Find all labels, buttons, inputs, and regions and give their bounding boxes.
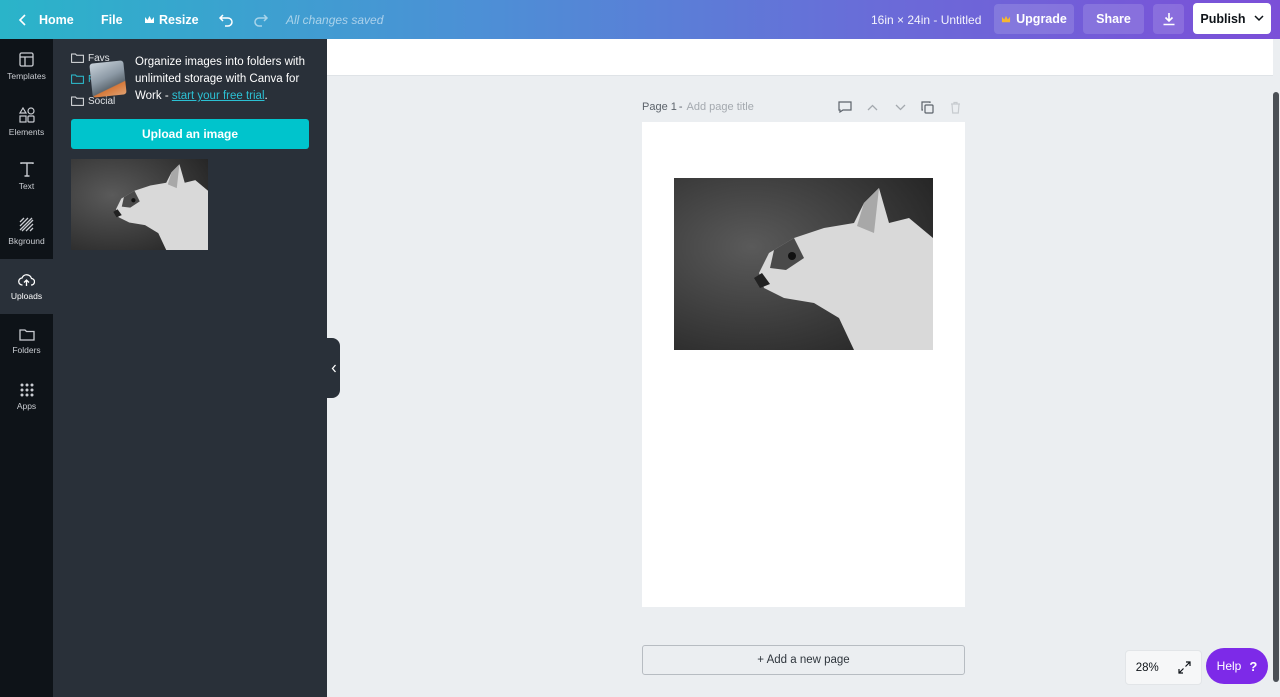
move-page-up-button[interactable] bbox=[864, 99, 880, 115]
rail-label: Elements bbox=[8, 126, 45, 137]
rail-item-elements[interactable]: Elements bbox=[0, 94, 53, 149]
folder-icon bbox=[71, 53, 84, 63]
upgrade-label: Upgrade bbox=[1016, 12, 1067, 26]
folders-upsell-text: Organize images into folders with unlimi… bbox=[135, 54, 315, 105]
uploads-panel: Favs Fa Social Organize images into fold… bbox=[53, 39, 327, 697]
resize-button[interactable]: Resize bbox=[144, 0, 199, 39]
folder-icon bbox=[71, 96, 84, 106]
crown-icon bbox=[1002, 15, 1011, 22]
page-notes-button[interactable] bbox=[837, 99, 853, 115]
dog-photo-thumbnail bbox=[71, 159, 208, 250]
publish-button[interactable]: Publish bbox=[1193, 3, 1271, 34]
background-icon bbox=[19, 217, 34, 232]
editor-toolbar bbox=[327, 39, 1273, 76]
folders-illustration bbox=[89, 60, 127, 98]
zoom-control[interactable]: 28% bbox=[1125, 650, 1202, 685]
delete-page-button[interactable] bbox=[947, 99, 963, 115]
document-title[interactable]: 16in × 24in - Untitled bbox=[871, 0, 981, 39]
rail-label: Bkground bbox=[8, 236, 45, 246]
rail-item-uploads[interactable]: Uploads bbox=[0, 259, 53, 314]
side-nav-rail: Templates Elements Text Bkground Uploads… bbox=[0, 39, 53, 697]
canvas-dog-photo[interactable] bbox=[674, 178, 933, 350]
rail-label: Text bbox=[18, 181, 35, 191]
chevron-left-icon bbox=[18, 13, 26, 26]
folder-icon bbox=[71, 74, 84, 84]
rail-label: Uploads bbox=[10, 290, 43, 301]
folder-icon bbox=[18, 329, 35, 341]
text-icon bbox=[19, 162, 34, 177]
rail-label: Templates bbox=[7, 71, 46, 81]
page-header: Page 1 - Add page title bbox=[642, 98, 754, 116]
comment-icon bbox=[838, 101, 852, 113]
uploads-icon bbox=[18, 273, 35, 286]
chevron-down-icon bbox=[1254, 15, 1264, 22]
upgrade-button[interactable]: Upgrade bbox=[994, 4, 1074, 34]
rail-item-apps[interactable]: Apps bbox=[0, 369, 53, 424]
download-button[interactable] bbox=[1153, 4, 1184, 34]
expand-icon[interactable] bbox=[1178, 661, 1191, 674]
share-label: Share bbox=[1096, 12, 1131, 26]
save-status: All changes saved bbox=[286, 12, 384, 27]
templates-icon bbox=[19, 52, 34, 67]
page-separator: - bbox=[678, 101, 683, 113]
chevron-up-icon bbox=[867, 104, 877, 110]
page-number: Page 1 bbox=[642, 101, 677, 113]
zoom-level[interactable]: 28% bbox=[1136, 662, 1159, 674]
rail-item-templates[interactable]: Templates bbox=[0, 39, 53, 94]
help-question-icon: ? bbox=[1249, 658, 1258, 674]
undo-button[interactable] bbox=[218, 0, 234, 39]
rail-label: Folders bbox=[12, 345, 41, 355]
resize-label: Resize bbox=[159, 12, 199, 27]
page-title-input[interactable]: Add page title bbox=[687, 101, 754, 113]
add-new-page-button[interactable]: + Add a new page bbox=[642, 645, 965, 675]
free-trial-link[interactable]: start your free trial bbox=[172, 90, 265, 102]
file-label: File bbox=[101, 12, 123, 27]
home-label: Home bbox=[39, 12, 74, 27]
rail-item-text[interactable]: Text bbox=[0, 149, 53, 204]
home-button[interactable]: Home bbox=[18, 0, 74, 39]
publish-label: Publish bbox=[1200, 11, 1246, 26]
undo-icon bbox=[218, 13, 233, 27]
chevron-left-icon bbox=[331, 364, 336, 372]
file-menu-button[interactable]: File bbox=[101, 0, 123, 39]
top-bar: Home File Resize All changes saved 16in … bbox=[0, 0, 1280, 39]
elements-icon bbox=[18, 106, 35, 123]
apps-icon bbox=[20, 383, 33, 396]
trash-icon bbox=[950, 101, 960, 114]
redo-icon bbox=[254, 13, 269, 27]
help-label: Help bbox=[1216, 659, 1242, 673]
share-button[interactable]: Share bbox=[1083, 4, 1144, 34]
upsell-end: . bbox=[264, 90, 268, 102]
duplicate-icon bbox=[920, 100, 934, 114]
upload-image-button[interactable]: Upload an image bbox=[71, 119, 309, 149]
move-page-down-button[interactable] bbox=[892, 99, 908, 115]
help-button[interactable]: Help ? bbox=[1206, 648, 1268, 684]
dog-photo bbox=[674, 178, 933, 350]
collapse-panel-button[interactable] bbox=[327, 338, 340, 398]
rail-label: Apps bbox=[16, 400, 37, 411]
folder-label: Social bbox=[88, 95, 116, 107]
chevron-down-icon bbox=[895, 104, 905, 110]
duplicate-page-button[interactable] bbox=[919, 99, 935, 115]
crown-icon bbox=[145, 15, 154, 23]
redo-button[interactable] bbox=[253, 0, 269, 39]
scrollbar-thumb[interactable] bbox=[1273, 92, 1279, 682]
rail-item-folders[interactable]: Folders bbox=[0, 314, 53, 369]
uploaded-image-thumbnail[interactable] bbox=[71, 159, 208, 250]
rail-item-background[interactable]: Bkground bbox=[0, 204, 53, 259]
download-icon bbox=[1163, 13, 1174, 26]
